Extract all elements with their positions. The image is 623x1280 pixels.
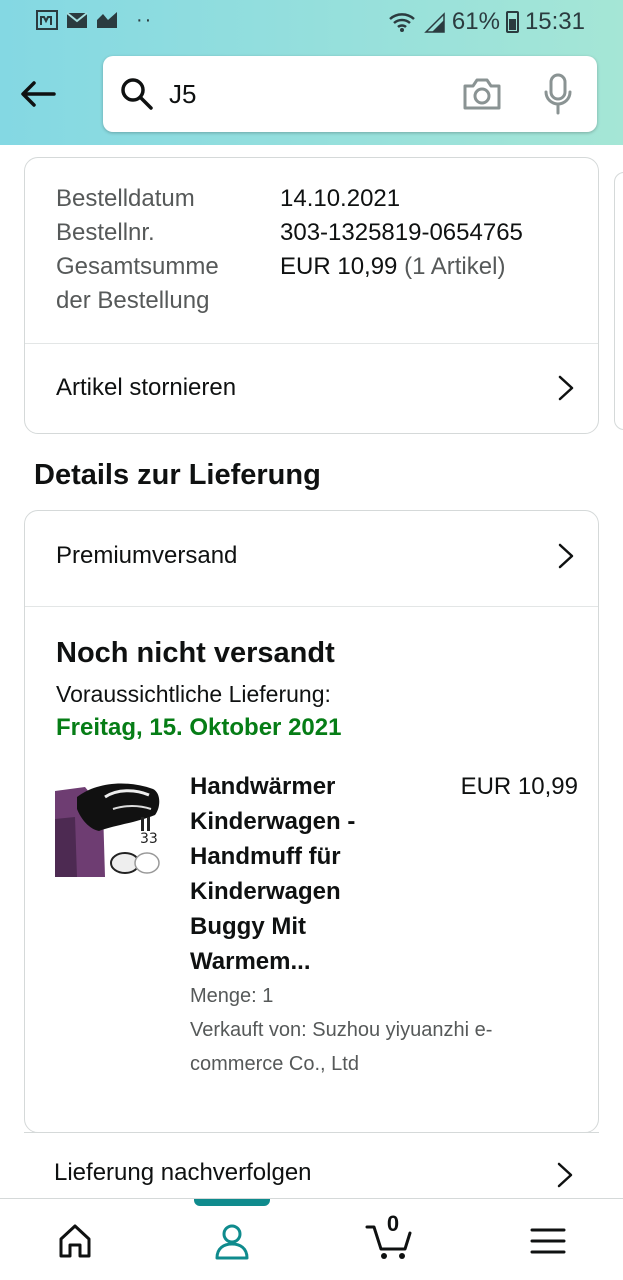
chevron-right-icon [557, 1162, 573, 1188]
product-title[interactable]: Handwärmer Kinderwagen - Handmuff für Ki… [190, 769, 410, 979]
order-date-value: 14.10.2021 [280, 185, 401, 212]
camera-icon[interactable] [461, 74, 503, 114]
battery-percent: 61% [451, 8, 500, 35]
status-bar: ·· 61% 15:31 [0, 0, 623, 44]
app-header: ·· 61% 15:31 J5 [0, 0, 623, 145]
order-total-value: EUR 10,99 (1 Artikel) [280, 250, 505, 284]
microphone-icon[interactable] [543, 72, 573, 116]
eta-label: Voraussichtliche Lieferung: [56, 681, 331, 707]
menu-icon[interactable] [528, 1221, 568, 1261]
product-image[interactable]: 33 [55, 779, 161, 877]
order-number-label: Bestellnr. [56, 219, 155, 246]
search-icon [121, 78, 153, 110]
stats-icon [97, 12, 117, 28]
more-notifications-icon: ·· [136, 9, 154, 31]
clock: 15:31 [524, 8, 585, 35]
order-number-value: 303-1325819-0654765 [280, 219, 523, 246]
cancel-items-row[interactable]: Artikel stornieren [25, 343, 598, 433]
cart-count-badge: 0 [386, 1211, 400, 1236]
shipping-method-row[interactable]: Premiumversand [25, 511, 598, 601]
order-total-label-cont: der Bestellung [56, 287, 210, 314]
active-tab-indicator [194, 1199, 270, 1206]
search-input[interactable]: J5 [169, 76, 196, 112]
wifi-icon [389, 13, 415, 32]
order-item-count: (1 Artikel) [404, 253, 506, 280]
track-delivery-row[interactable]: Lieferung nachverfolgen [24, 1132, 599, 1198]
product-quantity: Menge: 1 [190, 985, 274, 1007]
section-title: Details zur Lieferung [34, 459, 321, 491]
order-total-amount: EUR 10,99 [280, 253, 398, 280]
chevron-right-icon [558, 375, 574, 401]
next-card-peek [614, 172, 623, 430]
home-icon[interactable] [55, 1221, 95, 1261]
product-seller: Verkauft von: Suzhou yiyuanzhi e-commerc… [190, 1019, 493, 1075]
account-icon[interactable] [212, 1221, 252, 1261]
back-arrow-icon[interactable] [18, 74, 58, 114]
eta-date: Freitag, 15. Oktober 2021 [56, 714, 342, 741]
product-thumbnail-icon: 33 [55, 779, 161, 877]
mail-icon [66, 12, 88, 28]
status-bar-system: 61% 15:31 [388, 8, 585, 36]
divider [25, 606, 598, 607]
order-total-label: Gesamtsumme [56, 253, 219, 280]
order-summary-card: Bestelldatum 14.10.2021 Bestellnr. 303-1… [24, 157, 599, 434]
search-bar[interactable]: J5 [103, 56, 597, 132]
chevron-right-icon [558, 543, 574, 569]
app-notification-icon [36, 10, 58, 30]
delivery-card: Premiumversand Noch nicht versandt Vorau… [24, 510, 599, 1133]
cancel-items-label: Artikel stornieren [56, 374, 237, 401]
shipment-status: Noch nicht versandt [56, 637, 335, 669]
product-price: EUR 10,99 [460, 773, 578, 800]
battery-icon [505, 11, 519, 33]
signal-icon [424, 12, 445, 33]
order-date-label: Bestelldatum [56, 185, 195, 212]
status-bar-notifications: ·· [36, 10, 153, 30]
track-delivery-label: Lieferung nachverfolgen [54, 1159, 312, 1186]
shipping-method-label: Premiumversand [56, 542, 238, 569]
svg-text:33: 33 [140, 831, 158, 847]
bottom-navigation: 0 [0, 1198, 623, 1280]
